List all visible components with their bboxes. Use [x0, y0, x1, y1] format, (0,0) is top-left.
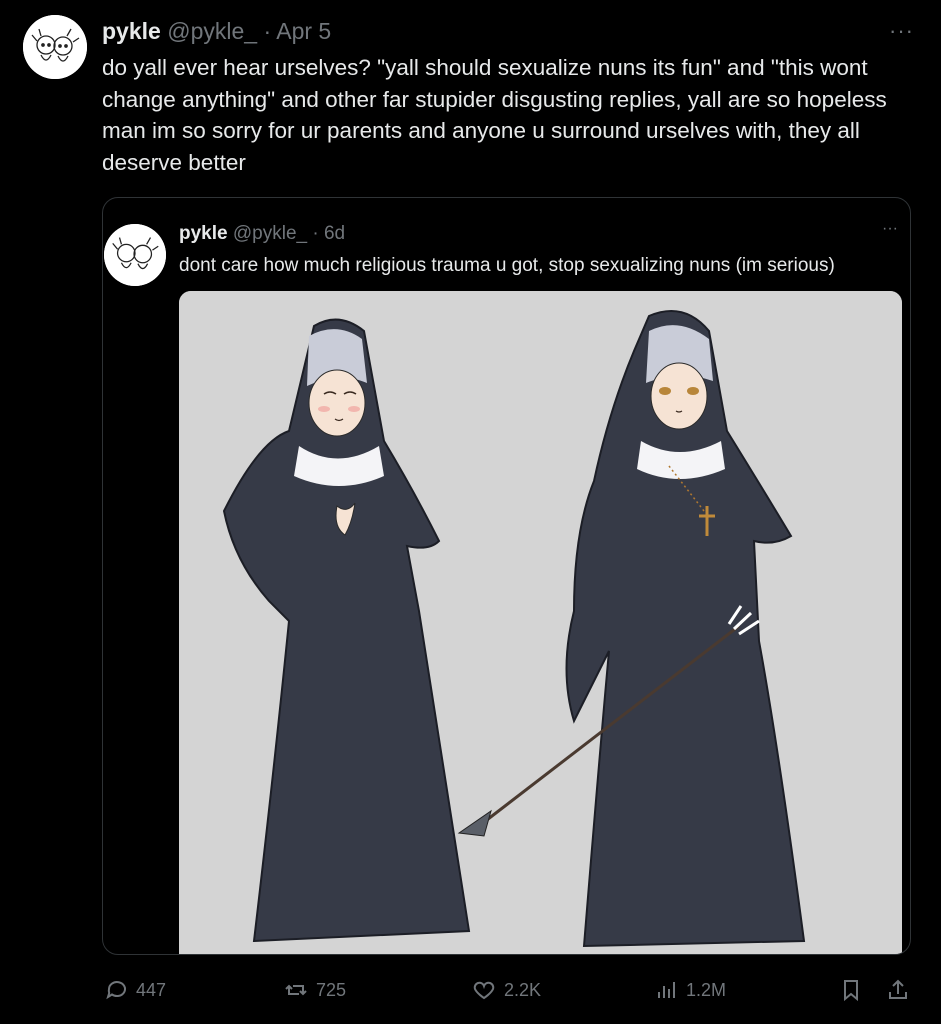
repost-button[interactable]: 725 [284, 978, 346, 1002]
repost-icon [285, 984, 307, 996]
separator-dot: · [312, 223, 319, 244]
author-avatar[interactable] [23, 15, 87, 79]
tweet: pykle @pykle_ · Apr 5 ··· do yall ever h… [0, 0, 941, 1024]
quote-author-handle: @pykle_ [232, 223, 308, 244]
avatar-sketch-icon [23, 15, 87, 79]
tweet-text: do yall ever hear urselves? "yall should… [102, 55, 887, 175]
reply-icon [106, 981, 126, 1000]
like-count: 2.2K [504, 979, 542, 1000]
quote-author-name: pykle [179, 223, 228, 244]
quote-date: 6d [323, 223, 346, 244]
quote-author-avatar [104, 224, 166, 286]
illustration-two-nuns [179, 291, 902, 954]
reply-button[interactable]: 447 [104, 978, 166, 1002]
quote-header: pykle @pykle_ · 6d [179, 223, 345, 245]
tweet-header: pykle @pykle_ · Apr 5 [102, 18, 331, 45]
bookmark-icon [844, 980, 858, 1002]
separator-dot: · [263, 18, 272, 44]
quote-image[interactable] [179, 291, 902, 954]
author-name[interactable]: pykle [102, 18, 161, 44]
bookmark-button[interactable] [839, 978, 863, 1002]
like-button[interactable]: 2.2K [472, 978, 541, 1002]
repost-count: 725 [316, 979, 347, 1000]
reply-count: 447 [136, 979, 167, 1000]
author-handle[interactable]: @pykle_ [167, 18, 257, 44]
quoted-tweet[interactable]: pykle @pykle_ · 6d ··· dont care how muc… [102, 197, 911, 955]
heart-icon [473, 981, 495, 1000]
share-icon [889, 979, 907, 999]
avatar-sketch-icon [104, 224, 166, 286]
share-button[interactable] [886, 978, 910, 1002]
action-bar: 447 725 2.2K 1.2M [0, 978, 941, 1010]
views-chart-icon [658, 982, 675, 998]
quote-text: dont care how much religious trauma u go… [179, 255, 835, 276]
tweet-date[interactable]: Apr 5 [276, 18, 331, 44]
view-count: 1.2M [686, 979, 727, 1000]
views-button[interactable]: 1.2M [654, 978, 726, 1002]
quote-more-icon: ··· [882, 220, 898, 237]
more-options-icon[interactable]: ··· [889, 18, 914, 44]
